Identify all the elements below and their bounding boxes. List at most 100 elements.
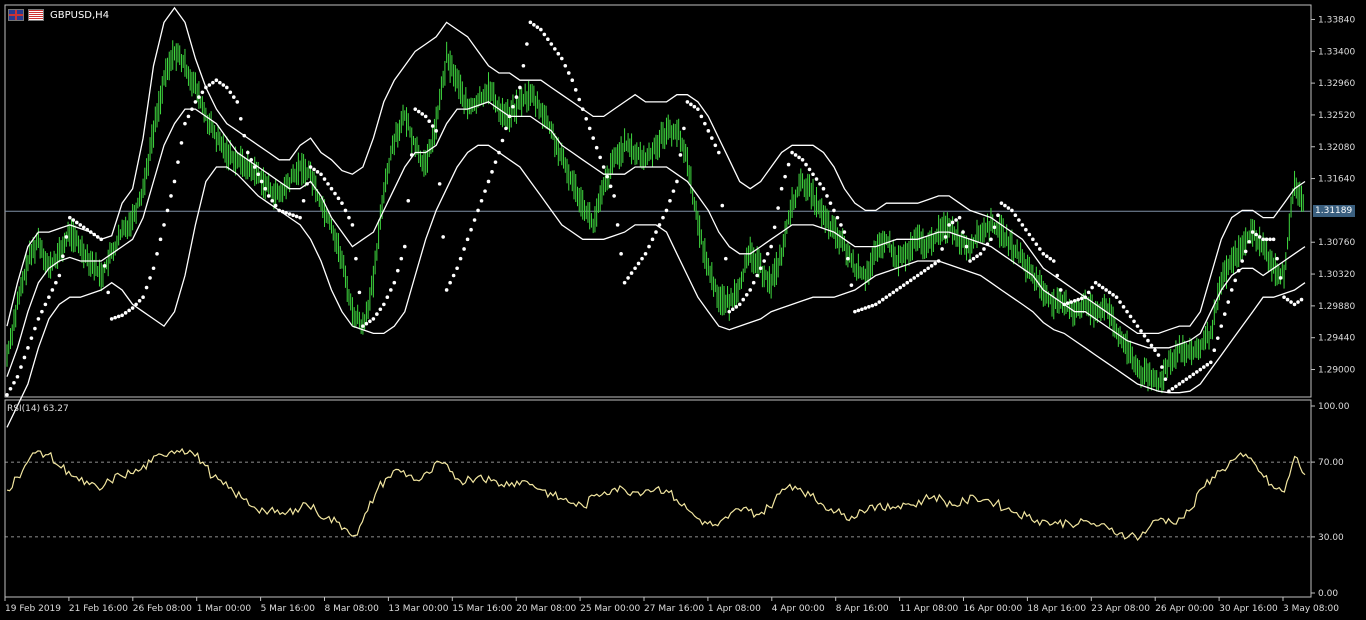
sar-dot [441,235,445,239]
rsi-line [6,447,1306,542]
sar-dot [744,292,749,297]
sar-dot [1086,290,1091,295]
sar-dot [1114,295,1119,299]
time-axis-label: 19 Feb 2019 [5,604,61,614]
time-axis-label: 5 Mar 16:00 [261,604,316,614]
sar-dot [19,365,23,369]
sar-dot [350,223,355,227]
sar-dot [245,150,250,155]
sar-dot [1111,292,1115,297]
sar-dot [535,25,540,29]
sar-dot [901,283,906,287]
sar-dot [1243,249,1248,254]
sar-dot [444,288,449,292]
sar-dot [71,218,76,222]
sar-dot [587,126,592,131]
sar-dot [706,129,711,133]
sar-dot [1038,247,1042,251]
sar-dot [1090,285,1094,290]
sar-dot [696,107,700,111]
sar-dot [835,215,840,220]
sar-dot [130,306,135,310]
sar-dot [134,302,138,307]
sar-dot [151,266,156,271]
sar-dot [734,305,739,309]
sar-dot [1048,256,1053,261]
sar-dot [1121,305,1126,309]
sar-dot [950,220,955,225]
sar-dot [1202,365,1206,369]
sar-dot [74,220,79,225]
sar-dot [1257,235,1262,239]
sar-dot [392,280,397,285]
sar-dot [308,165,313,169]
chart-canvas[interactable]: 1.33840 1.33400 1.32960 1.32520 1.32080 1.316… [0,0,1366,620]
sar-dot [343,208,348,213]
time-axis-label: 21 Feb 16:00 [69,604,128,614]
sar-dot [500,138,505,143]
sar-dot [982,247,986,251]
sar-dot [867,305,871,309]
sar-dot [521,63,526,68]
sar-dot [1065,301,1070,306]
sar-dot [727,309,732,314]
sar-dot [1093,280,1098,285]
time-axis-label: 13 Mar 00:00 [388,604,448,614]
sar-dot [204,85,208,90]
sar-dot [207,83,212,87]
sar-dot [612,194,616,198]
sar-dot [615,223,620,227]
sar-dot [989,237,993,242]
sar-dot [50,288,55,292]
sar-dot [563,63,568,68]
sar-dot [165,208,170,213]
sar-dot [1024,227,1028,232]
sar-dot [266,194,271,198]
sar-dot [629,271,634,275]
sar-dot [978,251,983,256]
sar-dot [402,244,407,249]
sar-dot [884,295,889,299]
sar-dot [43,302,48,307]
sar-dot [626,276,630,280]
time-axis-label: 20 Mar 08:00 [516,604,576,614]
upper-band-line [6,6,1306,335]
sar-dot [622,280,627,285]
sar-dot [996,213,1000,218]
sar-dot [887,292,892,297]
sar-dot [881,297,885,302]
sar-dot [61,254,65,259]
sar-dot [64,235,69,239]
sar-dot [842,230,847,234]
sar-dot [354,256,358,261]
sar-dot [1163,377,1168,381]
sar-dot [682,126,686,131]
sar-dot [863,306,868,310]
sar-dot [800,157,805,162]
sar-dot [1191,372,1196,377]
sar-dot [1017,218,1021,222]
sar-dot [633,266,637,271]
sar-dot [462,247,466,251]
sar-dot [291,213,295,218]
sar-dot [172,179,177,184]
price-axis-label: 1.33400 [1318,47,1355,57]
sar-dot [769,244,773,249]
sar-dot [1278,276,1283,280]
sar-dot [1132,319,1136,324]
sar-dot [999,201,1004,205]
sar-dot [514,95,519,99]
price-axis-label: 1.30320 [1318,270,1355,280]
sar-dot [263,186,268,191]
time-axis-label: 18 Apr 16:00 [1027,604,1086,614]
sar-dot [120,313,124,318]
time-axis-label: 26 Apr 00:00 [1155,604,1214,614]
sar-dot [762,259,766,263]
sar-dot [846,256,850,261]
sar-dot [1174,384,1178,389]
sar-dot [430,124,435,128]
sar-dot [256,172,261,177]
sar-dot [238,116,243,121]
sar-dot [915,273,920,278]
sar-dot [312,167,316,172]
